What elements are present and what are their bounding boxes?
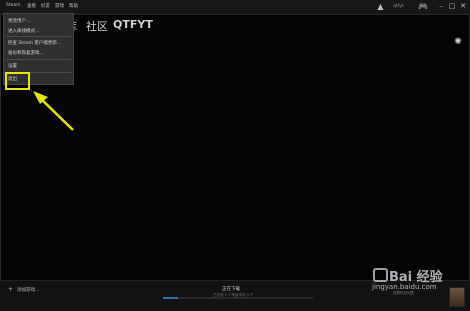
- menu-steam[interactable]: Steam: [6, 3, 21, 8]
- plus-icon: +: [8, 286, 14, 293]
- menu-item-backup-restore[interactable]: 备份和恢复游戏…: [8, 50, 44, 56]
- menu-item-check-updates[interactable]: 检查 Steam 客户端更新…: [8, 40, 61, 46]
- menu-item-settings[interactable]: 设置: [8, 63, 17, 69]
- menu-games[interactable]: 游戏: [55, 3, 64, 9]
- baidu-paw-icon: [373, 268, 388, 282]
- download-progress-bar[interactable]: [163, 297, 313, 299]
- nav-community[interactable]: 社区: [86, 18, 108, 34]
- add-game-button[interactable]: + 添加游戏…: [8, 286, 40, 293]
- menu-separator: [6, 36, 71, 37]
- notification-icon[interactable]: ▲: [376, 2, 385, 11]
- add-game-label: 添加游戏…: [17, 288, 40, 293]
- steam-window: Steam 查看 好友 游戏 帮助 ▲ qtfyt 🎮 – □ ✕ 库 社区 Q…: [0, 0, 470, 311]
- maximize-icon[interactable]: □: [448, 2, 456, 10]
- close-icon[interactable]: ✕: [459, 2, 467, 10]
- controller-icon[interactable]: 🎮: [418, 2, 428, 11]
- account-name[interactable]: qtfyt: [393, 4, 404, 9]
- menu-view[interactable]: 查看: [27, 3, 36, 9]
- loading-spinner-icon: ✺: [454, 37, 462, 47]
- highlight-box: [5, 72, 30, 90]
- download-progress-fill: [163, 297, 178, 299]
- watermark-url: jingyan.baidu.com: [372, 283, 437, 291]
- menu-item-change-user[interactable]: 更改用户…: [8, 18, 31, 24]
- menu-friends[interactable]: 好友: [41, 3, 50, 9]
- menu-separator: [6, 59, 71, 60]
- menu-help[interactable]: 帮助: [69, 3, 78, 9]
- friends-list-button[interactable]: 查看好友列表: [393, 291, 414, 296]
- downloads-title[interactable]: 正在下载: [222, 286, 240, 292]
- menu-item-go-offline[interactable]: 进入离线模式…: [8, 28, 40, 34]
- nav-profile[interactable]: QTFYT: [113, 18, 153, 31]
- avatar[interactable]: [449, 287, 465, 307]
- minimize-icon[interactable]: –: [437, 2, 445, 10]
